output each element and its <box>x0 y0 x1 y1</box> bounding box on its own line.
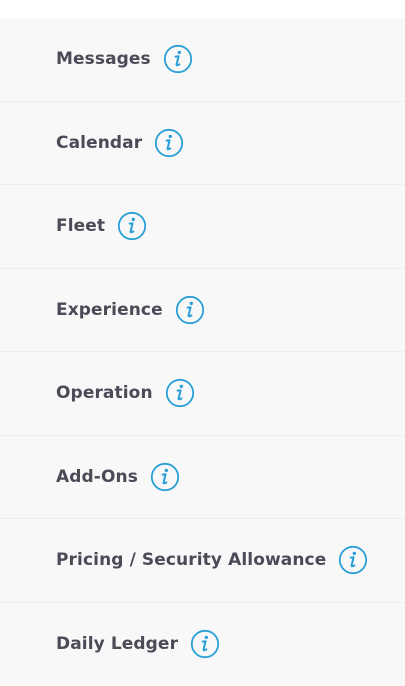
menu-item-label: Daily Ledger <box>56 634 179 655</box>
info-icon[interactable] <box>175 295 205 325</box>
menu-item-messages[interactable]: Messages <box>0 18 405 102</box>
menu-item-fleet[interactable]: Fleet <box>0 185 405 269</box>
menu-item-daily-ledger[interactable]: Daily Ledger <box>0 603 405 686</box>
menu-item-operation[interactable]: Operation <box>0 352 405 436</box>
info-icon[interactable] <box>154 128 184 158</box>
info-icon[interactable] <box>338 545 368 575</box>
info-icon[interactable] <box>150 462 180 492</box>
settings-menu: Messages Calendar Fleet Experience Opera… <box>0 18 405 686</box>
info-icon[interactable] <box>190 629 220 659</box>
menu-item-label: Messages <box>56 49 151 70</box>
info-icon[interactable] <box>117 211 147 241</box>
menu-item-pricing-security-allowance[interactable]: Pricing / Security Allowance <box>0 519 405 603</box>
menu-item-label: Fleet <box>56 216 106 237</box>
menu-item-label: Add-Ons <box>56 466 138 487</box>
menu-item-label: Operation <box>56 383 153 404</box>
info-icon[interactable] <box>165 378 195 408</box>
info-icon[interactable] <box>163 44 193 74</box>
menu-item-add-ons[interactable]: Add-Ons <box>0 436 405 519</box>
menu-item-experience[interactable]: Experience <box>0 269 405 352</box>
menu-item-label: Experience <box>56 299 163 320</box>
menu-item-label: Pricing / Security Allowance <box>56 550 327 571</box>
menu-item-label: Calendar <box>56 132 143 153</box>
menu-item-calendar[interactable]: Calendar <box>0 102 405 185</box>
